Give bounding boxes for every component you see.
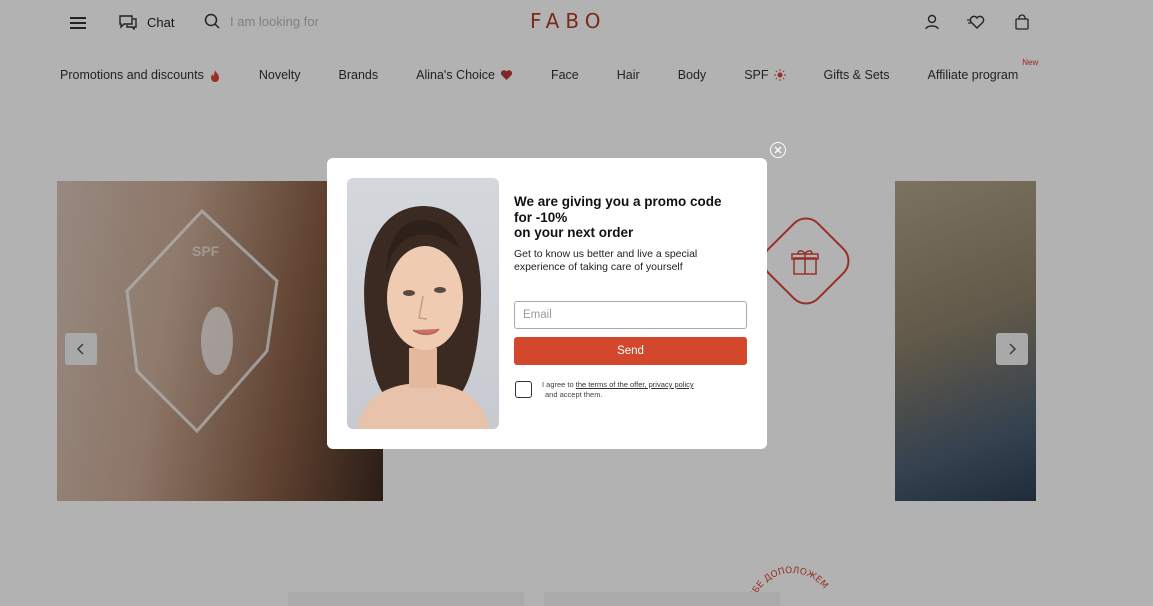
send-button[interactable]: Send xyxy=(514,337,747,365)
portrait-illustration xyxy=(357,206,489,429)
title-line: We are giving you a promo code xyxy=(514,194,722,209)
modal-title: We are giving you a promo code for -10% … xyxy=(514,194,754,241)
modal-subtitle: Get to know us better and live a special… xyxy=(514,248,698,273)
agree-checkbox[interactable] xyxy=(515,381,532,398)
agree-prefix: I agree to xyxy=(542,380,574,389)
title-line: on your next order xyxy=(514,225,634,240)
title-line: for -10% xyxy=(514,209,568,225)
promo-modal: We are giving you a promo code for -10% … xyxy=(327,158,767,449)
close-icon xyxy=(774,146,782,154)
agree-text: I agree to the terms of the offer, priva… xyxy=(542,380,752,400)
email-field[interactable] xyxy=(514,301,747,329)
model-photo xyxy=(347,178,499,429)
agree-suffix: and accept them. xyxy=(545,390,603,399)
close-modal-button[interactable] xyxy=(770,142,786,158)
terms-link[interactable]: the terms of the offer, privacy policy xyxy=(576,380,694,389)
